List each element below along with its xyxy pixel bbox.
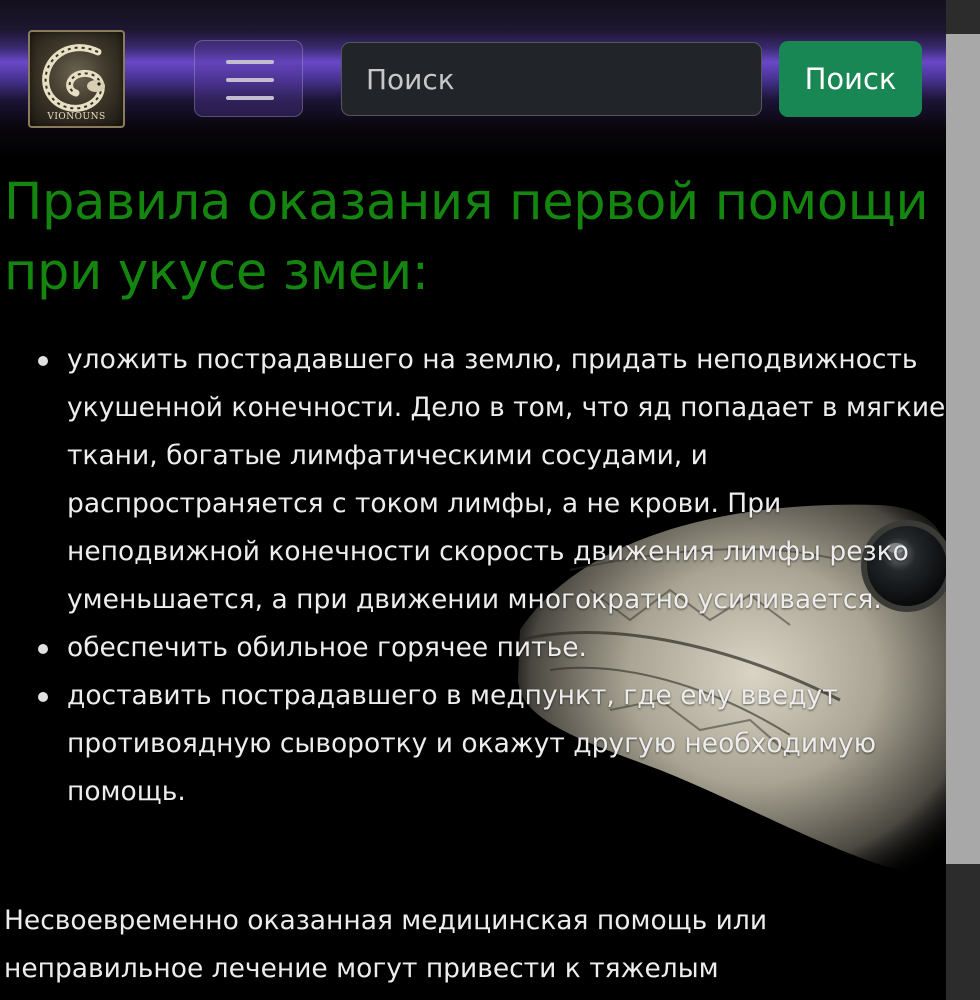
search-button[interactable]: Поиск (779, 41, 922, 117)
site-logo[interactable]: VIONOUNS (28, 30, 125, 128)
article-paragraph: Несвоевременно оказанная медицинская пом… (4, 905, 768, 984)
bullet-icon (38, 692, 48, 702)
list-item-text: уложить пострадавшего на землю, придать … (67, 344, 946, 615)
scrollbar-thumb[interactable] (946, 34, 980, 864)
logo-text: VIONOUNS (47, 112, 106, 122)
navbar-toggler-button[interactable] (194, 40, 303, 117)
page: VIONOUNS Поиск Поиск Правила оказания пе… (0, 0, 946, 1000)
list-item: доставить пострадавшего в медпункт, где … (0, 672, 946, 816)
list-item: уложить пострадавшего на землю, придать … (0, 336, 946, 624)
bullet-icon (38, 644, 48, 654)
list-item-text: обеспечить обильное горячее питье. (67, 632, 587, 663)
navbar: VIONOUNS Поиск (0, 0, 946, 160)
page-title: Правила оказания первой помощи при укусе… (4, 173, 929, 302)
list-item: обеспечить обильное горячее питье. (0, 624, 946, 672)
scrollbar[interactable] (946, 0, 980, 1000)
list-item-text: доставить пострадавшего в медпункт, где … (67, 680, 877, 807)
search-input[interactable] (341, 42, 762, 116)
bullet-icon (38, 356, 48, 366)
first-aid-list: уложить пострадавшего на землю, придать … (0, 336, 946, 816)
